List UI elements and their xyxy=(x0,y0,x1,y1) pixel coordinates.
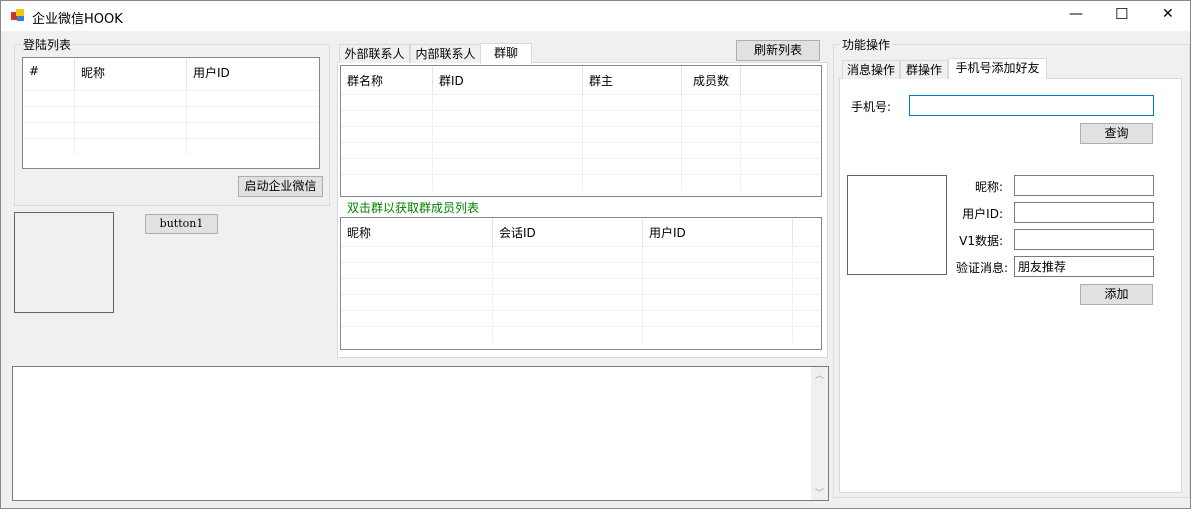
verify-message-input[interactable]: 朋友推荐 xyxy=(1014,256,1154,277)
scroll-down-icon[interactable]: ﹀ xyxy=(815,486,824,499)
column-header[interactable]: 群名称 xyxy=(341,66,433,94)
qr-picture-box xyxy=(14,212,114,313)
v1-label: V1数据: xyxy=(959,234,1003,248)
login-list[interactable]: # 昵称 用户ID xyxy=(22,57,320,169)
minimize-button[interactable]: — xyxy=(1069,6,1083,22)
group-list[interactable]: 群名称 群ID 群主 成员数 xyxy=(340,65,822,197)
tab-group-ops[interactable]: 群操作 xyxy=(900,60,948,79)
column-header[interactable]: # xyxy=(23,58,75,90)
nickname-input[interactable] xyxy=(1014,175,1154,196)
login-group-label: 登陆列表 xyxy=(21,36,74,53)
title-bar: 企业微信HOOK — ☐ ✕ xyxy=(1,1,1190,31)
column-header[interactable]: 昵称 xyxy=(341,218,493,246)
close-button[interactable]: ✕ xyxy=(1162,6,1174,22)
start-wecom-button[interactable]: 启动企业微信 xyxy=(238,176,323,197)
group-hint-label: 双击群以获取群成员列表 xyxy=(347,201,480,215)
nickname-label: 昵称: xyxy=(974,180,1003,194)
query-button[interactable]: 查询 xyxy=(1080,123,1153,144)
member-list[interactable]: 昵称 会话ID 用户ID xyxy=(340,217,822,350)
verify-message-label: 验证消息: xyxy=(955,261,1008,275)
button1[interactable]: button1 xyxy=(145,214,218,234)
tab-external-contacts[interactable]: 外部联系人 xyxy=(339,44,410,63)
window-title: 企业微信HOOK xyxy=(32,12,123,27)
app-icon xyxy=(11,9,25,22)
phone-label: 手机号: xyxy=(851,100,892,114)
log-scrollbar[interactable]: ︿ ﹀ xyxy=(811,367,828,500)
tab-group-chat[interactable]: 群聊 xyxy=(480,43,532,64)
ops-group-label: 功能操作 xyxy=(840,36,893,53)
userid-label: 用户ID: xyxy=(962,207,1003,221)
tab-add-friend-by-phone[interactable]: 手机号添加好友 xyxy=(948,58,1047,79)
tab-internal-contacts[interactable]: 内部联系人 xyxy=(410,44,481,63)
refresh-list-button[interactable]: 刷新列表 xyxy=(736,40,820,61)
column-header[interactable]: 成员数 xyxy=(682,66,741,94)
column-header[interactable]: 用户ID xyxy=(187,58,317,90)
tab-message-ops[interactable]: 消息操作 xyxy=(842,60,900,79)
v1-input[interactable] xyxy=(1014,229,1154,250)
add-button[interactable]: 添加 xyxy=(1080,284,1153,305)
column-header[interactable]: 会话ID xyxy=(493,218,643,246)
column-header[interactable]: 用户ID xyxy=(643,218,793,246)
column-header[interactable]: 昵称 xyxy=(75,58,187,90)
maximize-button[interactable]: ☐ xyxy=(1115,5,1128,23)
log-textbox[interactable]: ︿ ﹀ xyxy=(12,366,829,501)
userid-input[interactable] xyxy=(1014,202,1154,223)
scroll-up-icon[interactable]: ︿ xyxy=(815,368,824,381)
column-header[interactable]: 群主 xyxy=(583,66,682,94)
avatar-picture-box xyxy=(847,175,947,275)
phone-input[interactable] xyxy=(909,95,1154,116)
column-header[interactable]: 群ID xyxy=(433,66,583,94)
